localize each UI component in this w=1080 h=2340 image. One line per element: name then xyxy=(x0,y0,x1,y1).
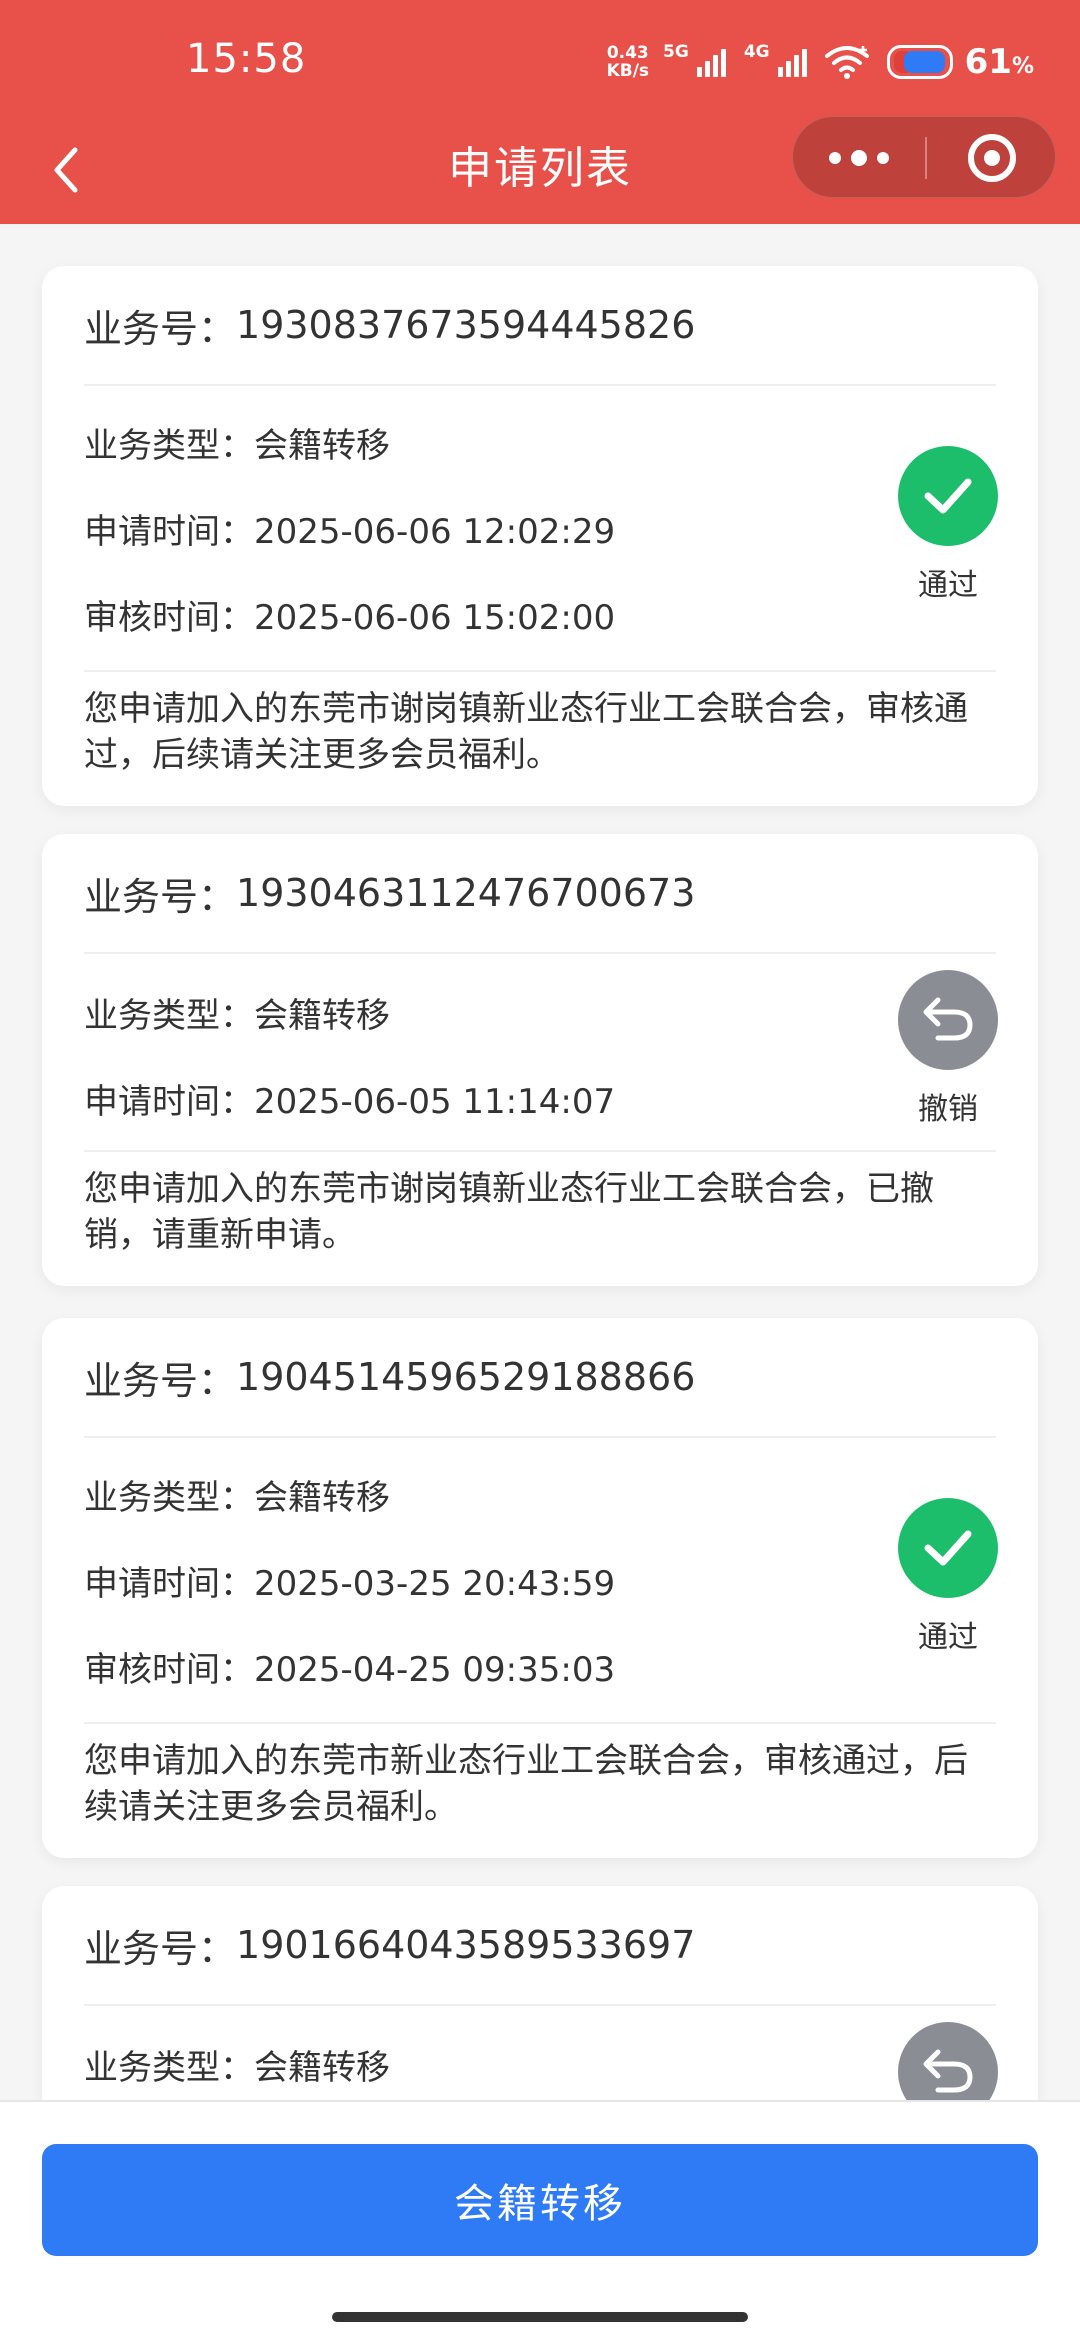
more-dots-icon xyxy=(829,152,841,164)
application-card[interactable]: 业务号： 1904514596529188866 业务类型：会籍转移 申请时间：… xyxy=(42,1318,1038,1858)
business-no-label: 业务号： xyxy=(84,1926,237,1971)
network-speed-value: 0.43 xyxy=(606,43,649,63)
wifi-icon xyxy=(824,46,869,79)
bottom-action-bar: 会籍转移 xyxy=(0,2100,1080,2340)
review-time-row: 审核时间：2025-06-06 15:02:00 xyxy=(84,590,615,639)
battery-percent: 61% xyxy=(964,42,1034,82)
business-no-value: 1901664043589533697 xyxy=(236,1923,696,1967)
business-no-value: 1930463112476700673 xyxy=(236,871,696,915)
close-button[interactable] xyxy=(927,117,1057,199)
business-no-row: 业务号： 1930463112476700673 xyxy=(84,834,996,954)
business-no-row: 业务号： 1901664043589533697 xyxy=(84,1886,996,2006)
application-list[interactable]: 业务号： 1930837673594445826 业务类型：会籍转移 申请时间：… xyxy=(0,224,1080,2100)
status-text: 通过 xyxy=(918,568,978,603)
network-speed-unit: KB/s xyxy=(606,61,650,81)
business-type-value: 会籍转移 xyxy=(254,996,390,1036)
apply-time-row: 申请时间：2025-06-05 11:14:07 xyxy=(84,1074,615,1123)
network-speed: 0.43 KB/s xyxy=(607,44,649,80)
card-details: 业务类型：会籍转移 xyxy=(84,2006,996,2100)
more-button[interactable] xyxy=(793,117,925,199)
status-text: 通过 xyxy=(918,1620,978,1655)
apply-time-label: 申请时间： xyxy=(84,1082,254,1122)
business-type-row: 业务类型：会籍转移 xyxy=(84,1470,390,1519)
business-no-label: 业务号： xyxy=(84,306,237,351)
apply-time-row: 申请时间：2025-03-25 20:43:59 xyxy=(84,1556,615,1605)
business-type-row: 业务类型：会籍转移 xyxy=(84,988,390,1037)
apply-time-label: 申请时间： xyxy=(84,512,254,552)
membership-transfer-button[interactable]: 会籍转移 xyxy=(42,2144,1038,2256)
business-type-label: 业务类型： xyxy=(84,2048,254,2088)
sim2-label: 4G xyxy=(743,42,770,62)
review-time-value: 2025-06-06 15:02:00 xyxy=(254,598,616,638)
card-details: 业务类型：会籍转移 申请时间：2025-06-05 11:14:07 xyxy=(84,954,996,1154)
business-type-label: 业务类型： xyxy=(84,426,254,466)
apply-time-value: 2025-06-06 12:02:29 xyxy=(254,512,616,552)
signal-icon xyxy=(696,47,726,77)
business-no-row: 业务号： 1904514596529188866 xyxy=(84,1318,996,1438)
business-no-label: 业务号： xyxy=(84,1358,237,1403)
status-icons: 0.43 KB/s 5G 4G 61% xyxy=(607,40,1034,84)
application-card[interactable]: 业务号： 1930463112476700673 业务类型：会籍转移 申请时间：… xyxy=(42,834,1038,1286)
business-type-row: 业务类型：会籍转移 xyxy=(84,418,390,467)
apply-time-value: 2025-06-05 11:14:07 xyxy=(254,1082,616,1122)
application-card[interactable]: 业务号： 1930837673594445826 业务类型：会籍转移 申请时间：… xyxy=(42,266,1038,806)
review-time-row: 审核时间：2025-04-25 09:35:03 xyxy=(84,1642,615,1691)
apply-time-row: 申请时间：2025-06-06 12:02:29 xyxy=(84,504,615,553)
nav-bar: 申请列表 xyxy=(0,116,1080,224)
review-time-label: 审核时间： xyxy=(84,598,254,638)
result-message: 您申请加入的东莞市新业态行业工会联合会，审核通过，后续请关注更多会员福利。 xyxy=(84,1722,996,1830)
sim1-label: 5G xyxy=(663,42,689,62)
status-time: 15:58 xyxy=(186,36,307,82)
target-circle-icon xyxy=(968,134,1016,182)
business-type-label: 业务类型： xyxy=(84,1478,254,1518)
status-indicator: 通过 xyxy=(898,446,998,604)
undo-circle-icon xyxy=(898,970,998,1070)
check-circle-icon xyxy=(898,1498,998,1598)
status-indicator: 撤销 xyxy=(898,970,998,1128)
status-text: 撤销 xyxy=(918,1092,978,1127)
business-type-label: 业务类型： xyxy=(84,996,254,1036)
business-no-value: 1930837673594445826 xyxy=(236,303,696,347)
review-time-value: 2025-04-25 09:35:03 xyxy=(254,1650,616,1690)
undo-circle-icon xyxy=(898,2022,998,2100)
review-time-label: 审核时间： xyxy=(84,1650,254,1690)
business-no-row: 业务号： 1930837673594445826 xyxy=(84,266,996,386)
card-details: 业务类型：会籍转移 申请时间：2025-03-25 20:43:59 审核时间：… xyxy=(84,1438,996,1728)
check-circle-icon xyxy=(898,446,998,546)
apply-time-value: 2025-03-25 20:43:59 xyxy=(254,1564,616,1604)
business-no-label: 业务号： xyxy=(84,874,237,919)
mini-program-capsule xyxy=(792,116,1056,198)
result-message: 您申请加入的东莞市谢岗镇新业态行业工会联合会，已撤销，请重新申请。 xyxy=(84,1150,996,1258)
apply-time-label: 申请时间： xyxy=(84,1564,254,1604)
result-message: 您申请加入的东莞市谢岗镇新业态行业工会联合会，审核通过，后续请关注更多会员福利。 xyxy=(84,670,996,778)
status-indicator xyxy=(898,2022,998,2100)
business-type-value: 会籍转移 xyxy=(254,426,390,466)
application-card[interactable]: 业务号： 1901664043589533697 业务类型：会籍转移 xyxy=(42,1886,1038,2100)
business-type-value: 会籍转移 xyxy=(254,1478,390,1518)
home-indicator[interactable] xyxy=(332,2312,748,2322)
status-bar: 15:58 0.43 KB/s 5G 4G 61% xyxy=(0,0,1080,120)
signal-icon-2 xyxy=(777,47,807,77)
status-indicator: 通过 xyxy=(898,1498,998,1656)
top-header: 15:58 0.43 KB/s 5G 4G 61% 申请列表 xyxy=(0,0,1080,224)
card-details: 业务类型：会籍转移 申请时间：2025-06-06 12:02:29 审核时间：… xyxy=(84,386,996,676)
business-type-value: 会籍转移 xyxy=(254,2048,390,2088)
business-type-row: 业务类型：会籍转移 xyxy=(84,2040,390,2089)
business-no-value: 1904514596529188866 xyxy=(236,1355,696,1399)
battery-icon xyxy=(886,45,953,79)
